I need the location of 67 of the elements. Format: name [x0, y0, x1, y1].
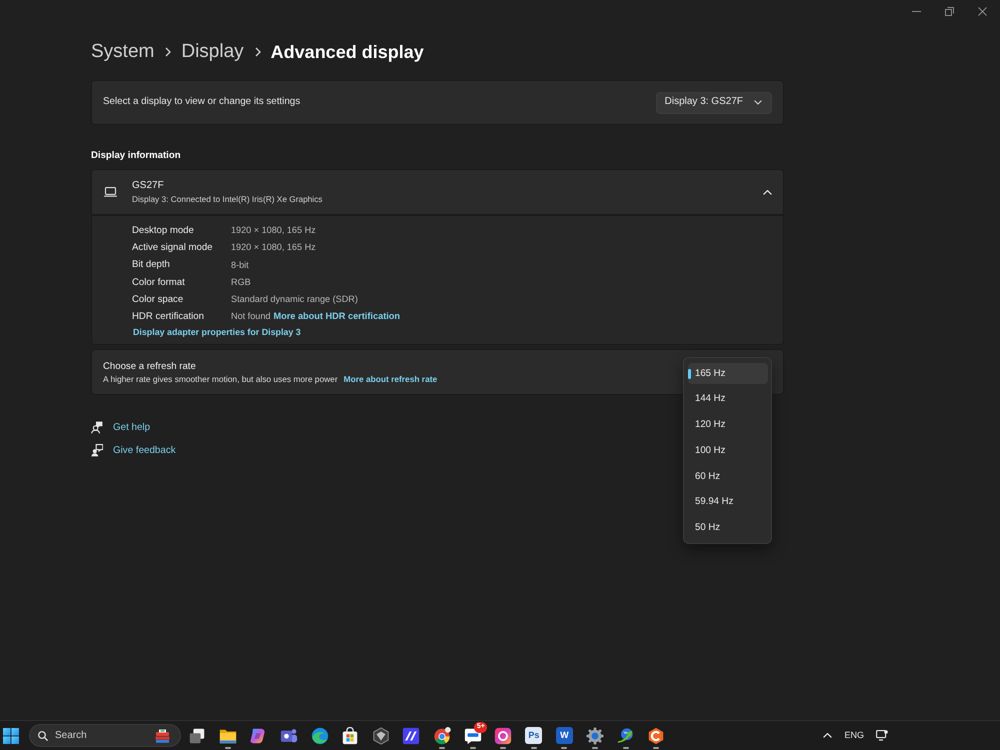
property-value: Standard dynamic range (SDR): [231, 294, 358, 306]
property-value: 1920 × 1080, 165 Hz: [231, 242, 316, 254]
property-value: Not found: [231, 311, 270, 323]
tricolor-circle-icon[interactable]: [433, 726, 452, 744]
shopping-bag-icon[interactable]: [341, 726, 360, 744]
folder-icon[interactable]: [218, 726, 237, 744]
display-dropdown[interactable]: Display 3: GS27F: [656, 92, 772, 114]
menu-option[interactable]: 50 Hz: [688, 517, 768, 538]
setting-title: Choose a refresh rate: [103, 360, 196, 373]
close-icon[interactable]: [978, 6, 987, 16]
page-title: Advanced display: [270, 40, 424, 64]
property-label: Bit depth: [132, 259, 171, 272]
minimize-icon[interactable]: [912, 10, 921, 12]
chevron-up-icon[interactable]: [763, 190, 772, 194]
app-tile[interactable]: Ps: [525, 727, 542, 744]
overlapping-squares-icon[interactable]: [188, 726, 206, 744]
menu-option[interactable]: 144 Hz: [688, 388, 768, 410]
property-label: HDR certification: [132, 311, 205, 324]
search-field[interactable]: Search: [29, 724, 181, 747]
stacked-boxes-icon: [155, 728, 170, 742]
menu-option[interactable]: 59.94 Hz: [688, 492, 768, 513]
device-description: Display 3: Connected to Intel(R) Iris(R) Xe Graphics: [132, 194, 322, 204]
chevron-down-icon: [754, 100, 762, 105]
menu-option[interactable]: 165 Hz: [688, 363, 768, 384]
property-value: 1920 × 1080, 165 Hz: [231, 224, 316, 236]
wave-circle-icon[interactable]: [310, 726, 329, 744]
adapter-properties-link[interactable]: Display adapter properties for Display 3: [133, 326, 301, 338]
search-icon: [38, 730, 48, 740]
property-label: Desktop mode: [132, 224, 195, 237]
breadcrumb-link[interactable]: Display: [181, 40, 244, 64]
menu-option[interactable]: 60 Hz: [688, 466, 768, 488]
app-tile[interactable]: W: [556, 727, 573, 744]
gradient-tile-icon[interactable]: [494, 726, 512, 744]
globe-arrow-icon[interactable]: [616, 726, 635, 744]
chevron-up-icon[interactable]: [823, 733, 832, 738]
setting-label: Select a display to view or change its settings: [103, 96, 300, 109]
info-link[interactable]: More about refresh rate: [344, 374, 438, 384]
section-heading: Display information: [91, 149, 181, 163]
property-label: Color space: [132, 294, 184, 306]
property-label: Color format: [132, 276, 186, 289]
chevron-right-icon: [165, 47, 172, 57]
chevron-right-icon: [254, 47, 261, 57]
restore-icon[interactable]: [945, 6, 954, 16]
striped-tile-icon[interactable]: [402, 726, 420, 744]
monitor-icon[interactable]: [876, 730, 888, 741]
feedback-icon: [91, 444, 103, 458]
four-squares-icon[interactable]: [3, 728, 19, 744]
help-icon: [91, 421, 103, 434]
hexagon-icon[interactable]: [372, 726, 390, 744]
help-link[interactable]: Get help: [113, 422, 150, 434]
hexagon-ring-icon[interactable]: [647, 726, 666, 744]
property-label: Active signal mode: [132, 242, 214, 254]
menu-option[interactable]: 120 Hz: [688, 414, 768, 436]
menu-option[interactable]: 100 Hz: [688, 440, 768, 462]
property-value: 8-bit: [231, 260, 249, 271]
breadcrumb-link[interactable]: System: [91, 40, 154, 64]
setting-description: A higher rate gives smoother motion, but also uses more power: [103, 374, 338, 384]
laptop-icon: [104, 187, 117, 197]
property-value: RGB: [231, 276, 251, 288]
selection-indicator: [688, 368, 691, 379]
people-tile-icon[interactable]: [280, 726, 298, 744]
info-link[interactable]: More about HDR certification: [273, 311, 400, 323]
gradient-blob-icon[interactable]: [249, 726, 268, 744]
device-name: GS27F: [132, 180, 164, 193]
feedback-link[interactable]: Give feedback: [113, 444, 176, 457]
device-header[interactable]: GS27F Display 3: Connected to Intel(R) Iris(R) Xe Graphics: [91, 169, 784, 215]
language-indicator[interactable]: ENG: [844, 730, 864, 742]
